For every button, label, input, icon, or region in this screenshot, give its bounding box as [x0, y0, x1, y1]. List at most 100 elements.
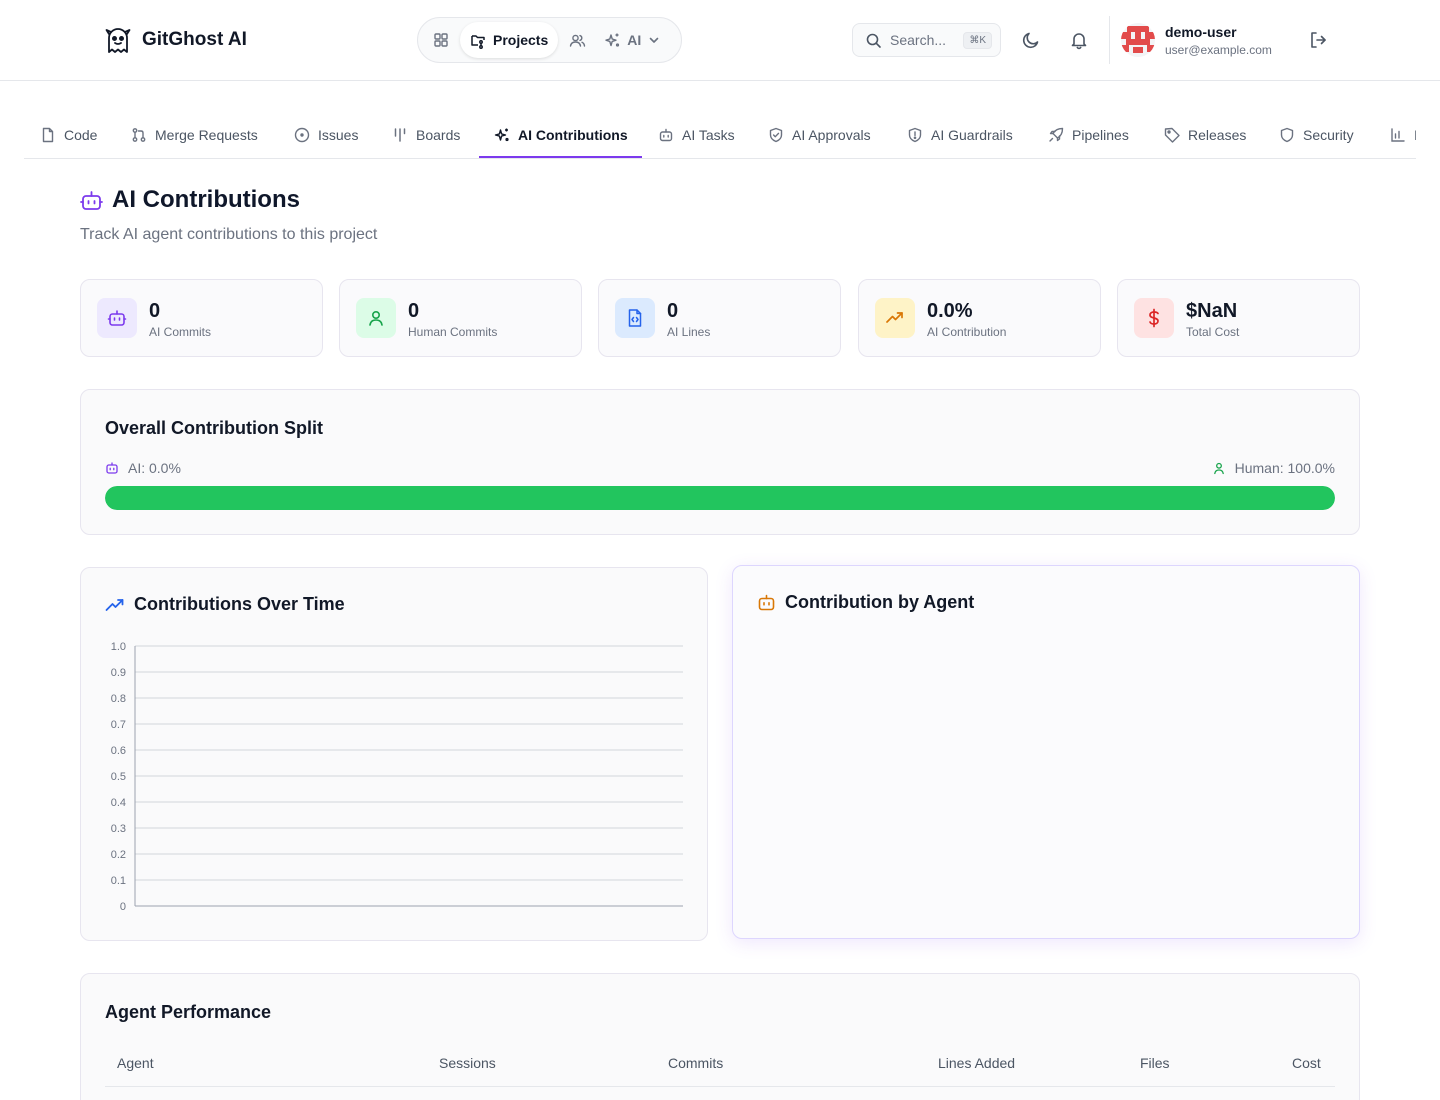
nav-users-button[interactable] [560, 22, 594, 58]
page-header: AI Contributions [80, 186, 300, 214]
column-header-commits[interactable]: Commits [668, 1055, 723, 1071]
nav-dashboard-button[interactable] [424, 22, 458, 58]
split-title: Overall Contribution Split [105, 418, 324, 438]
stat-value: 0 [149, 300, 161, 322]
bot-icon [105, 461, 119, 475]
search-box[interactable]: Search... ⌘K [852, 23, 1001, 57]
stat-label: AI Lines [667, 325, 711, 339]
tab-security[interactable]: Security [1279, 112, 1354, 158]
bot-icon [757, 593, 776, 612]
y-tick-label: 0.3 [111, 823, 126, 835]
tab-label: I [1414, 127, 1416, 143]
search-icon [865, 32, 882, 49]
tab-label: AI Tasks [682, 127, 735, 143]
logout-button[interactable] [1306, 28, 1330, 52]
stat-icon-wrap [615, 298, 655, 338]
y-tick-label: 0.9 [111, 667, 126, 679]
app-name: GitGhost AI [142, 29, 247, 50]
tab-label: Boards [416, 127, 461, 143]
tab-ai-tasks[interactable]: AI Tasks [658, 112, 735, 158]
contributions-over-time-header: Contributions Over Time [105, 594, 345, 615]
trending-up-icon [105, 595, 125, 615]
tab-pipelines[interactable]: Pipelines [1048, 112, 1129, 158]
kanban-icon [392, 127, 408, 143]
tab-releases[interactable]: Releases [1164, 112, 1246, 158]
search-shortcut-badge: ⌘K [963, 31, 992, 49]
notifications-button[interactable] [1067, 28, 1091, 52]
column-header-cost[interactable]: Cost [1292, 1055, 1321, 1071]
stat-value: 0.0% [927, 300, 973, 322]
top-header: GitGhost AI Projects AI Search... ⌘K dem… [0, 0, 1440, 81]
agent-performance-title: Agent Performance [105, 1002, 272, 1022]
split-ai-label: AI: 0.0% [128, 460, 181, 476]
y-tick-label: 0 [120, 901, 126, 913]
column-header-files[interactable]: Files [1140, 1055, 1170, 1071]
nav-ai-dropdown[interactable]: AI [596, 22, 669, 58]
column-header-sessions[interactable]: Sessions [439, 1055, 496, 1071]
y-tick-label: 1.0 [111, 641, 126, 653]
column-header-agent[interactable]: Agent [117, 1055, 154, 1071]
y-tick-label: 0.7 [111, 719, 126, 731]
stat-label: Total Cost [1186, 325, 1240, 339]
layout-grid-icon [433, 32, 449, 48]
split-human-label: Human: 100.0% [1234, 460, 1335, 476]
log-out-icon [1308, 30, 1328, 50]
theme-toggle-button[interactable] [1019, 28, 1043, 52]
tab-issues[interactable]: Issues [294, 112, 358, 158]
y-tick-label: 0.8 [111, 693, 126, 705]
moon-icon [1021, 30, 1041, 50]
contributions-line-chart: 0 0.1 0.2 0.3 0.4 0.5 0.6 0.7 0.8 0.9 1.0 [111, 641, 683, 913]
main-nav: Projects AI [417, 17, 682, 63]
y-tick-label: 0.2 [111, 849, 126, 861]
brand[interactable]: GitGhost AI [104, 26, 247, 54]
y-tick-label: 0.1 [111, 875, 126, 887]
stat-card-human-commits: 0 Human Commits [339, 279, 582, 357]
column-header-lines-added[interactable]: Lines Added [938, 1055, 1015, 1071]
tag-icon [1164, 127, 1180, 143]
shield-check-icon [768, 127, 784, 143]
tab-label: Issues [318, 127, 359, 143]
tab-code[interactable]: Code [40, 112, 97, 158]
tab-insights[interactable]: I [1390, 112, 1416, 158]
split-ai-legend: AI: 0.0% [105, 460, 181, 476]
tab-boards[interactable]: Boards [392, 112, 460, 158]
avatar[interactable] [1121, 23, 1155, 57]
nav-projects-label: Projects [493, 32, 549, 48]
search-placeholder: Search... [890, 32, 947, 48]
user-divider [1109, 16, 1110, 64]
sparkles-icon [494, 127, 510, 143]
tab-ai-approvals[interactable]: AI Approvals [768, 112, 871, 158]
stat-icon-wrap [356, 298, 396, 338]
rocket-icon [1048, 127, 1064, 143]
user-name: demo-user [1165, 24, 1237, 40]
tab-ai-guardrails[interactable]: AI Guardrails [907, 112, 1013, 158]
tab-label: Merge Requests [155, 127, 258, 143]
nav-ai-label: AI [627, 32, 642, 48]
git-pull-request-icon [131, 127, 147, 143]
dollar-icon [1144, 308, 1164, 328]
y-tick-label: 0.5 [111, 771, 126, 783]
stat-label: AI Commits [149, 325, 212, 339]
bar-chart-icon [1390, 127, 1406, 143]
chevron-down-icon [647, 33, 661, 47]
tab-label: Pipelines [1072, 127, 1129, 143]
contribution-by-agent-card [732, 565, 1360, 939]
stat-value: $NaN [1186, 300, 1238, 322]
nav-projects-button[interactable]: Projects [460, 22, 559, 58]
split-progress-bar [105, 486, 1335, 510]
page-title: AI Contributions [112, 186, 300, 213]
tab-merge-requests[interactable]: Merge Requests [131, 112, 258, 158]
stat-icon-wrap [875, 298, 915, 338]
shield-alert-icon [907, 127, 923, 143]
split-human-fill [105, 486, 1335, 510]
tab-ai-contributions[interactable]: AI Contributions [494, 112, 628, 158]
contribution-by-agent-title: Contribution by Agent [785, 592, 975, 612]
users-icon [569, 32, 586, 49]
table-header-divider [105, 1086, 1335, 1087]
bot-icon [80, 189, 103, 212]
stat-label: Human Commits [408, 325, 498, 339]
stat-label: AI Contribution [927, 325, 1007, 339]
sparkles-icon [604, 32, 621, 49]
user-icon [366, 308, 386, 328]
file-icon [40, 127, 56, 143]
